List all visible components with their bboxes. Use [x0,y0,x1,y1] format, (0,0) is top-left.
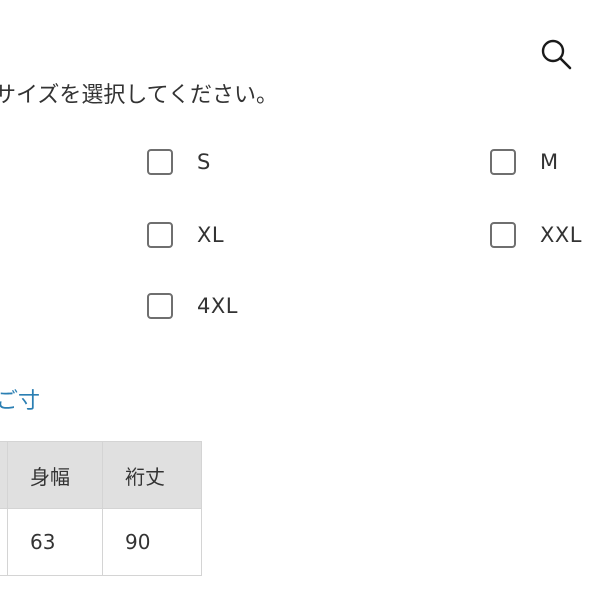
checkbox[interactable] [490,149,516,175]
table-header-row: 身幅 裄丈 [0,441,202,509]
checkbox[interactable] [147,149,173,175]
size-chart-link[interactable]: ご寸 [0,383,40,415]
size-option-4xl[interactable]: 4XL [147,293,238,319]
size-option-label: S [197,150,211,174]
size-option-label: M [540,150,559,174]
size-option-xl[interactable]: XL [147,222,224,248]
instruction-text: サイズを選択してください。 [0,83,279,107]
checkbox[interactable] [147,293,173,319]
table-cell [0,508,8,576]
size-option-xxl[interactable]: XXL [490,222,582,248]
table-cell: 63 [7,508,103,576]
table-cell: 90 [102,508,202,576]
search-icon [541,39,572,70]
size-option-m[interactable]: M [490,149,559,175]
checkbox[interactable] [147,222,173,248]
size-option-label: 4XL [197,294,238,318]
size-instruction: サイズを選択してください。 [0,76,279,107]
checkbox[interactable] [490,222,516,248]
size-option-label: XXL [540,223,582,247]
size-option-label: XL [197,223,225,247]
search-button[interactable] [538,36,574,72]
table-header-cell: 身幅 [7,441,103,509]
size-selection-page: サイズを選択してください。 S M XL XXL 4XL ご寸 身幅 裄丈 63… [0,0,608,608]
size-table: 身幅 裄丈 63 90 [0,441,202,576]
table-header-cell [0,441,8,509]
table-row: 63 90 [0,508,202,576]
table-header-cell: 裄丈 [102,441,202,509]
size-option-s[interactable]: S [147,149,211,175]
